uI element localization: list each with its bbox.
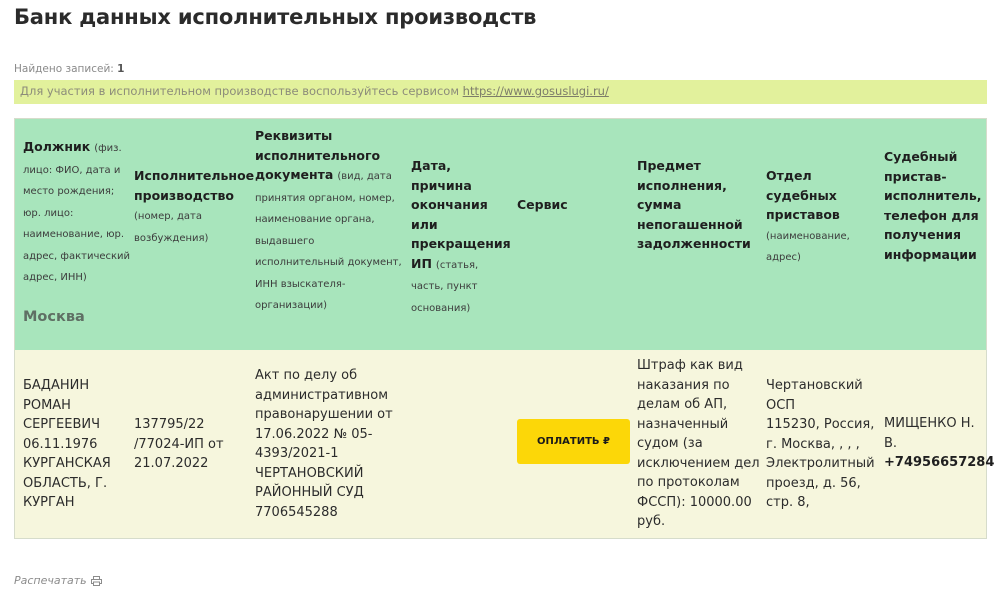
table-row: БАДАНИН РОМАН СЕРГЕЕВИЧ 06.11.1976 КУРГА… (15, 350, 995, 538)
results-table: Должник (физ. лицо: ФИО, дата и место ро… (14, 118, 995, 539)
column-title: Должник (23, 139, 91, 154)
column-header-proceeding: Исполнительное производство (номер, дата… (134, 166, 254, 248)
pay-button[interactable]: ОПЛАТИТЬ ₽ (517, 419, 630, 464)
bailiff-phone: +74956657284 (884, 455, 995, 470)
department-address: 115230, Россия, г. Москва, , , , Электро… (766, 417, 875, 510)
column-title: Исполнительное производство (134, 168, 255, 203)
records-found-label: Найдено записей: (14, 63, 114, 75)
department-name: Чертановский ОСП (766, 378, 863, 413)
cell-subject: Штраф как вид наказания по делам об АП, … (637, 358, 760, 529)
cell-proceeding: 137795/22 /77024-ИП от 21.07.2022 (134, 417, 224, 471)
printer-icon (90, 575, 102, 586)
column-title: Отдел судебных приставов (766, 168, 840, 222)
column-header-debtor: Должник (физ. лицо: ФИО, дата и место ро… (23, 137, 133, 288)
print-label: Распечатать (14, 574, 87, 587)
records-found: Найдено записей: 1 (14, 63, 124, 75)
column-header-subject: Предмет исполнения, сумма непогашенной з… (637, 156, 751, 254)
column-title: Судебный пристав-исполнитель, телефон дл… (884, 149, 982, 262)
records-found-count: 1 (117, 63, 125, 75)
column-header-bailiff: Судебный пристав-исполнитель, телефон дл… (884, 147, 982, 264)
page-title: Банк данных исполнительных производств (14, 5, 537, 29)
cell-debtor: БАДАНИН РОМАН СЕРГЕЕВИЧ 06.11.1976 КУРГА… (23, 378, 111, 510)
cell-document: Акт по делу об административном правонар… (255, 368, 393, 520)
gosuslugi-notice: Для участия в исполнительном производств… (14, 80, 987, 104)
bailiff-name: МИЩЕНКО Н. В. (884, 416, 975, 451)
column-title: Сервис (517, 197, 568, 212)
column-header-document: Реквизиты исполнительного документа (вид… (255, 126, 405, 316)
print-link[interactable]: Распечатать (14, 574, 102, 587)
column-subtitle: (номер, дата возбуждения) (134, 211, 209, 244)
column-subtitle: (физ. лицо: ФИО, дата и место рождения; … (23, 143, 131, 283)
region-label: Москва (23, 309, 85, 325)
gosuslugi-link[interactable]: https://www.gosuslugi.ru/ (463, 84, 609, 98)
cell-department: Чертановский ОСП 115230, Россия, г. Моск… (766, 376, 878, 513)
cell-bailiff: МИЩЕНКО Н. В. +74956657284 (884, 414, 995, 473)
column-header-end-date: Дата, причина окончания или прекращения … (411, 156, 511, 318)
table-header: Должник (физ. лицо: ФИО, дата и место ро… (15, 119, 986, 350)
column-header-service: Сервис (517, 195, 617, 215)
notice-text: Для участия в исполнительном производств… (20, 84, 460, 98)
column-title: Предмет исполнения, сумма непогашенной з… (637, 158, 751, 251)
column-subtitle: (вид, дата принятия органом, номер, наим… (255, 171, 402, 311)
column-header-department: Отдел судебных приставов (наименование, … (766, 166, 878, 268)
column-subtitle: (наименование, адрес) (766, 230, 850, 264)
column-title: Дата, причина окончания или прекращения … (411, 158, 511, 271)
